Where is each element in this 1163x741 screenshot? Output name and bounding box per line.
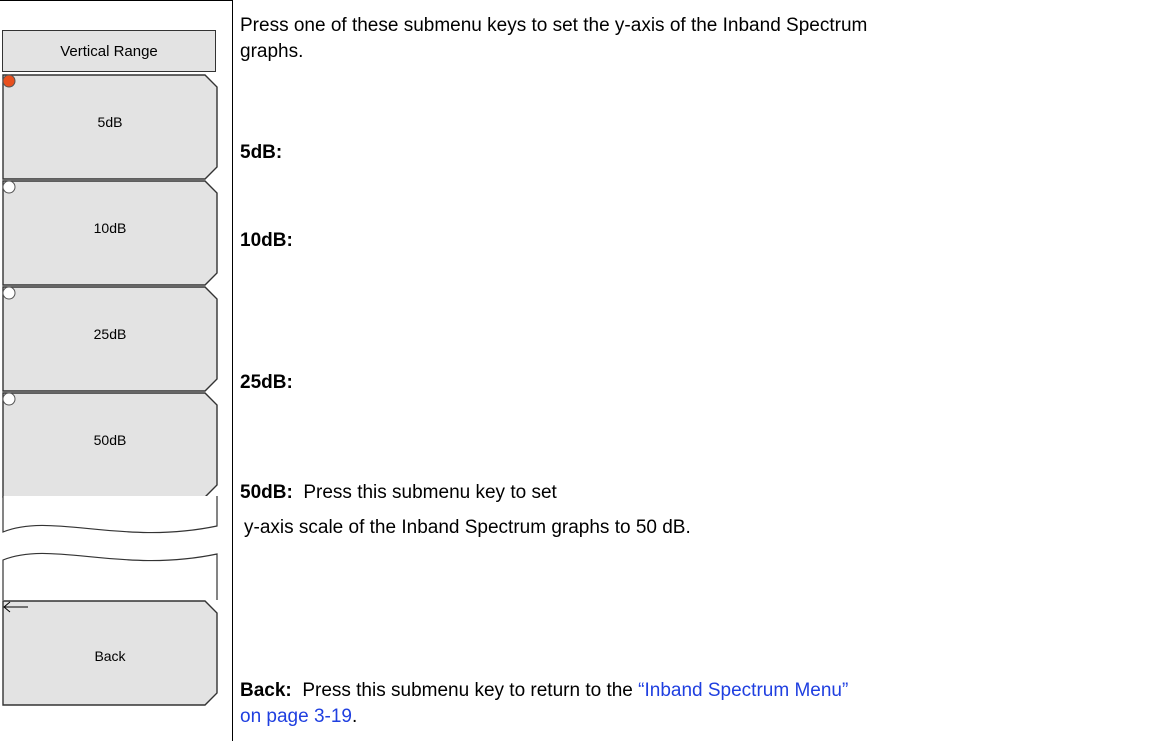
- item-5db-label: 5dB:: [240, 142, 283, 163]
- key-50db[interactable]: 50dB: [2, 392, 218, 498]
- item-10db-label: 10dB:: [240, 230, 293, 251]
- item-50db-label: 50dB:: [240, 482, 293, 503]
- item-50db: 50dB: Press this submenu key to set: [240, 480, 557, 506]
- back-key-label: Back: [94, 648, 126, 664]
- back-arrow-icon: [3, 601, 28, 613]
- top-rule: [0, 0, 233, 1]
- item-50db-desc-cont: y-axis scale of the Inband Spectrum grap…: [244, 517, 691, 538]
- key-25db[interactable]: 25dB: [2, 286, 218, 392]
- key-label: 50dB: [93, 432, 127, 448]
- radio-unselected-icon: [2, 180, 16, 194]
- item-50db-desc: Press this submenu key to set: [303, 482, 557, 503]
- column-divider: [232, 0, 233, 741]
- inband-spectrum-menu-link[interactable]: “Inband Spectrum Menu”: [638, 680, 848, 701]
- back-key[interactable]: Back: [2, 600, 218, 706]
- radio-unselected-icon: [2, 286, 16, 300]
- radio-selected-icon: [2, 74, 16, 88]
- back-desc: Press this submenu key to return to the: [302, 680, 633, 701]
- item-25db-label: 25dB:: [240, 372, 293, 393]
- page-reference-link[interactable]: on page 3-19: [240, 706, 352, 727]
- key-label: 5dB: [97, 114, 123, 130]
- key-5db[interactable]: 5dB: [2, 74, 218, 180]
- back-label: Back:: [240, 680, 292, 701]
- menu-title: Vertical Range: [2, 30, 216, 72]
- intro-text: Press one of these submenu keys to set t…: [240, 15, 868, 36]
- back-description-cont: on page 3-19.: [240, 706, 358, 727]
- menu-break-wave: [2, 496, 218, 600]
- back-description: Back: Press this submenu key to return t…: [240, 678, 848, 704]
- key-label: 10dB: [93, 220, 127, 236]
- intro-text-cont: graphs.: [240, 41, 304, 62]
- radio-unselected-icon: [2, 392, 16, 406]
- key-label: 25dB: [93, 326, 127, 342]
- key-10db[interactable]: 10dB: [2, 180, 218, 286]
